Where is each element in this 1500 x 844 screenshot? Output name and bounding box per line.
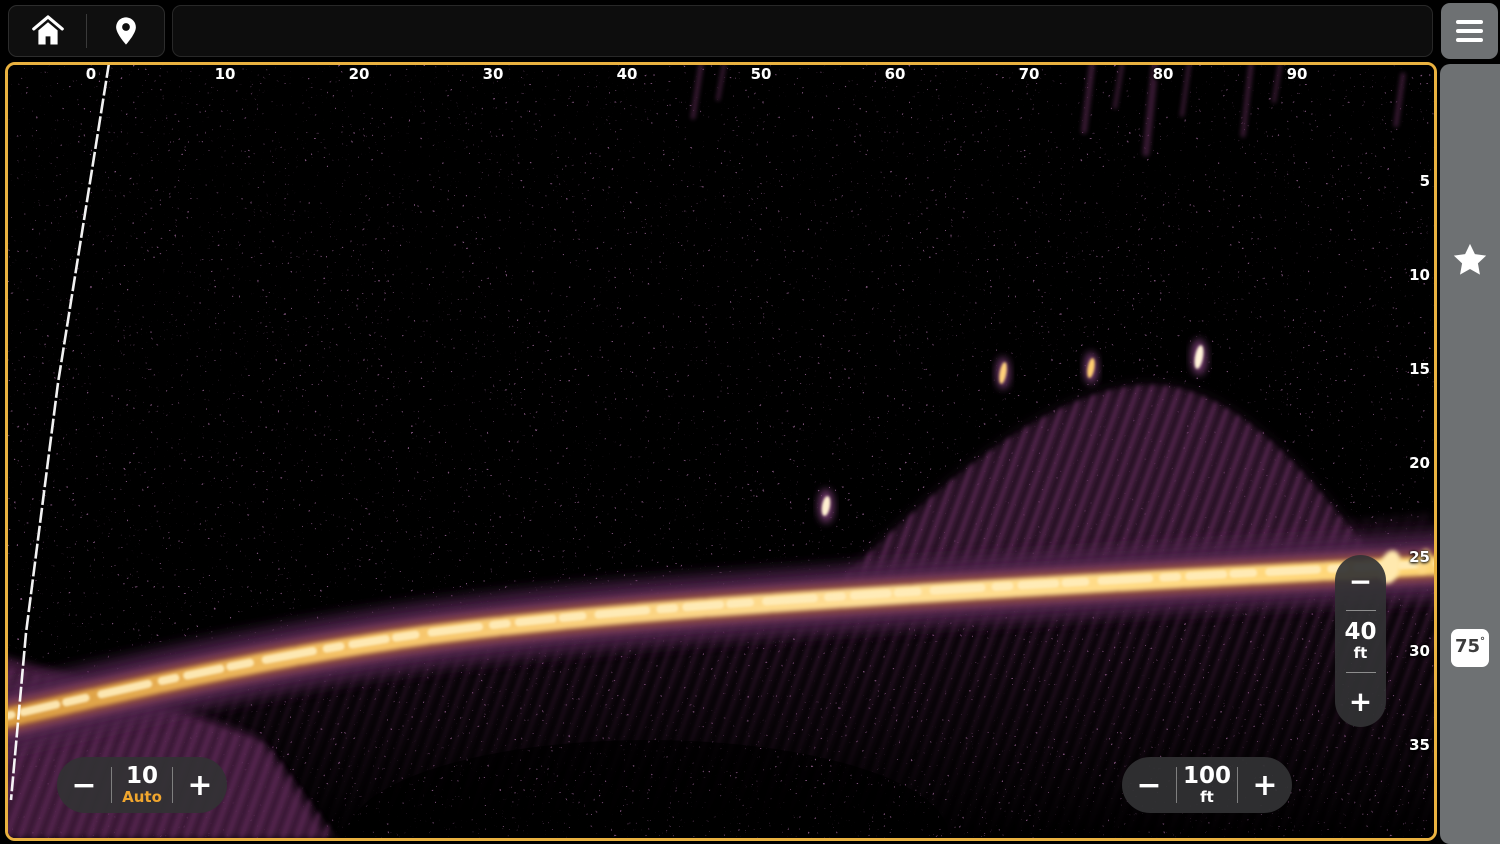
menu-button[interactable]	[1441, 3, 1498, 59]
range-control: − 100 ft +	[1122, 757, 1292, 813]
home-button[interactable]	[9, 6, 86, 56]
sensitivity-decrease-button[interactable]: −	[57, 757, 111, 813]
degree-symbol: °	[1480, 637, 1485, 647]
waypoint-button[interactable]	[87, 6, 164, 56]
info-bar[interactable]	[172, 5, 1433, 57]
depth-range-control: − 40 ft +	[1335, 555, 1386, 727]
pill-divider	[1346, 610, 1376, 611]
home-icon	[30, 13, 66, 49]
side-toolbar: 75°	[1440, 64, 1500, 844]
fishfinder-screen: { "toolbar": { "home_icon": "home", "way…	[0, 0, 1500, 844]
pill-divider	[1346, 672, 1376, 673]
depth-decrease-button[interactable]: −	[1335, 559, 1386, 603]
range-value: 100	[1183, 765, 1231, 788]
sensitivity-value-display: 10 Auto	[112, 765, 172, 805]
temperature-value: 75	[1455, 636, 1480, 657]
temperature-badge: 75°	[1451, 629, 1489, 667]
sensitivity-increase-button[interactable]: +	[173, 757, 227, 813]
sonar-image	[8, 65, 1434, 838]
star-icon	[1451, 241, 1489, 279]
depth-unit-label: ft	[1354, 646, 1368, 661]
sensitivity-control: − 10 Auto +	[57, 757, 227, 813]
depth-increase-button[interactable]: +	[1335, 679, 1386, 723]
sensitivity-value: 10	[126, 765, 158, 788]
favorites-button[interactable]	[1451, 241, 1489, 279]
depth-value-display: 40 ft	[1344, 617, 1376, 665]
range-value-display: 100 ft	[1177, 765, 1237, 805]
sensitivity-mode-label: Auto	[122, 790, 162, 805]
depth-value: 40	[1344, 621, 1376, 644]
range-unit-label: ft	[1200, 790, 1214, 805]
range-increase-button[interactable]: +	[1238, 757, 1292, 813]
map-pin-icon	[110, 15, 142, 47]
nav-button-group	[8, 5, 165, 57]
range-decrease-button[interactable]: −	[1122, 757, 1176, 813]
sonar-view[interactable]	[5, 62, 1437, 841]
